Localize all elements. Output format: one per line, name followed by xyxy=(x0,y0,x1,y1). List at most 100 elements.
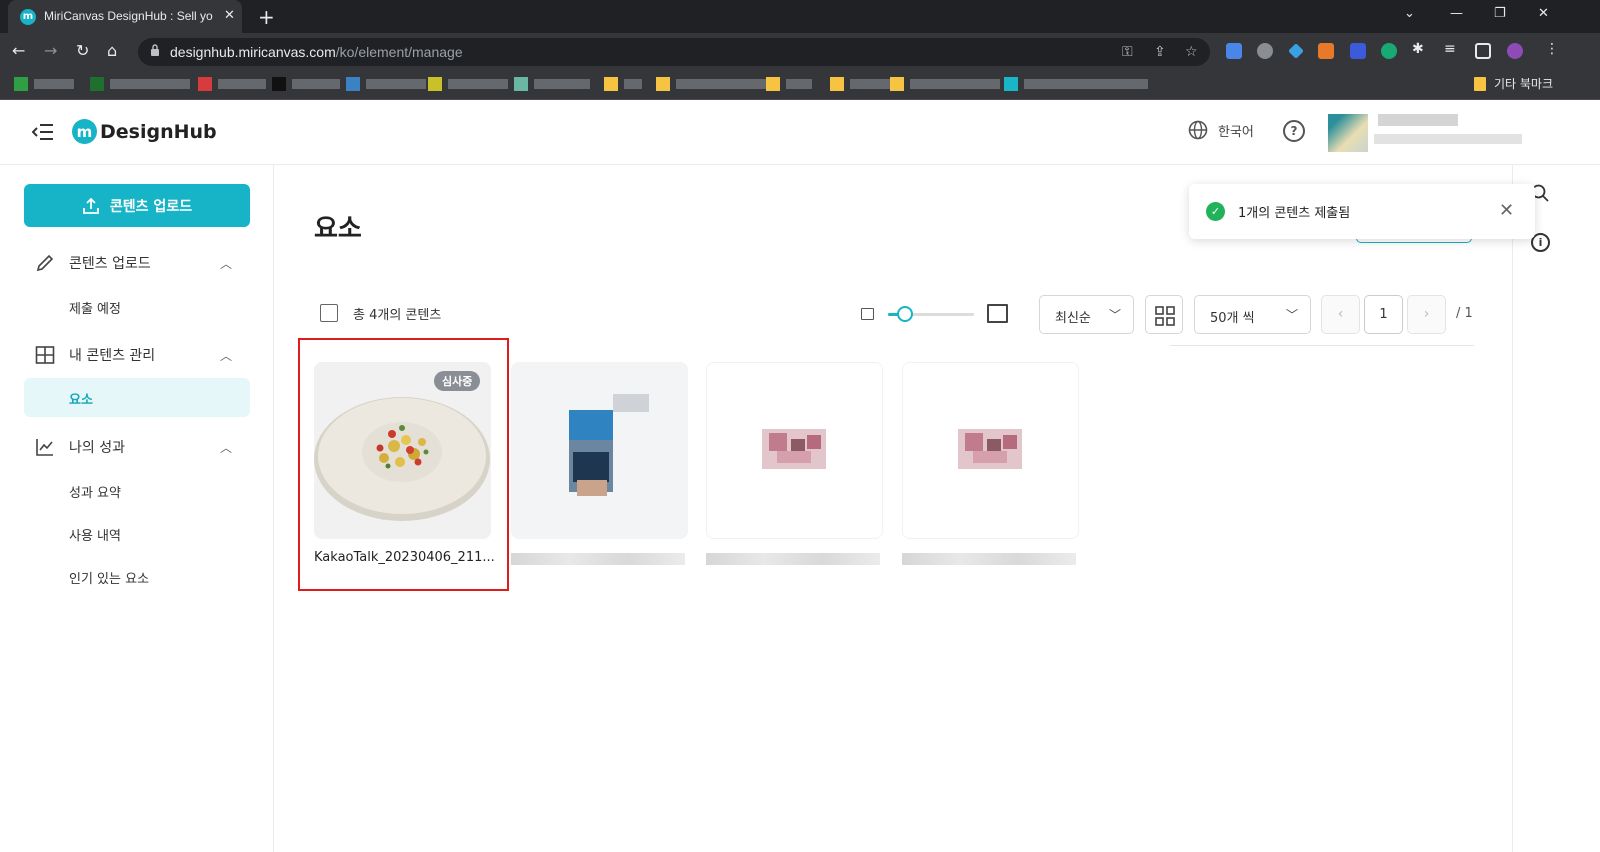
logo[interactable]: m DesignHub xyxy=(72,119,217,144)
card-caption-blurred[interactable] xyxy=(511,553,685,565)
puzzle-icon[interactable]: ✱ xyxy=(1412,41,1428,57)
upload-content-label: 콘텐츠 업로드 xyxy=(109,198,193,215)
slider-handle[interactable] xyxy=(897,306,914,322)
user-email-blurred xyxy=(1374,134,1522,144)
browser-tab[interactable]: m MiriCanvas DesignHub : Sell yo ✕ xyxy=(8,0,242,33)
current-page[interactable]: 1 xyxy=(1364,295,1403,334)
reload-icon[interactable]: ↻ xyxy=(76,41,89,60)
reading-list-icon[interactable]: ≡ xyxy=(1444,41,1460,57)
total-count: 총 4개의 콘텐츠 xyxy=(353,308,442,323)
select-all-checkbox[interactable] xyxy=(320,304,338,322)
extension-icon[interactable] xyxy=(1350,43,1366,59)
restore-icon[interactable]: ❐ xyxy=(1494,6,1506,21)
extension-icon[interactable] xyxy=(1288,43,1304,59)
chevron-up-icon[interactable]: ︿ xyxy=(220,347,232,364)
sort-dropdown[interactable]: 최신순 ﹀ xyxy=(1039,295,1134,334)
sidebar-item-elements[interactable]: 요소 xyxy=(24,378,250,417)
language-selector[interactable]: 한국어 xyxy=(1188,120,1254,140)
key-icon[interactable]: ⚿ xyxy=(1122,44,1133,60)
bookmark-item[interactable] xyxy=(428,75,508,93)
bookmark-label-blurred xyxy=(292,79,340,89)
collapse-menu-icon[interactable] xyxy=(32,122,54,142)
sidebar-section-my-content[interactable]: 내 콘텐츠 관리 xyxy=(35,345,155,365)
thumbnail-size-slider[interactable] xyxy=(888,306,974,322)
forward-icon[interactable]: → xyxy=(44,41,57,60)
sidebar-item-pending[interactable]: 제출 예정 xyxy=(69,298,121,317)
translate-extension-icon[interactable] xyxy=(1226,43,1242,59)
thumbnail-image-blurred xyxy=(511,362,688,539)
chevron-up-icon[interactable]: ︿ xyxy=(220,439,232,456)
bookmark-favicon-icon xyxy=(198,77,212,91)
sidebar-section-performance[interactable]: 나의 성과 xyxy=(35,437,125,457)
toast-notification: ✓ 1개의 콘텐츠 제출됨 ✕ xyxy=(1189,184,1535,239)
home-icon[interactable]: ⌂ xyxy=(107,41,117,60)
address-bar[interactable]: designhub.miricanvas.com/ko/element/mana… xyxy=(138,38,1210,66)
card-caption-blurred[interactable] xyxy=(902,553,1076,565)
bookmark-item[interactable] xyxy=(198,75,266,93)
toast-message: 1개의 콘텐츠 제출됨 xyxy=(1238,206,1351,221)
url-text: designhub.miricanvas.com/ko/element/mana… xyxy=(170,44,463,60)
grid-icon xyxy=(1155,306,1175,326)
window-close-icon[interactable]: ✕ xyxy=(1538,6,1549,21)
upload-content-button[interactable]: 콘텐츠 업로드 xyxy=(24,184,250,227)
bookmark-item[interactable] xyxy=(1004,75,1148,93)
next-page-button[interactable]: › xyxy=(1407,295,1446,334)
card-caption-blurred[interactable] xyxy=(706,553,880,565)
sidebar-section-label: 내 콘텐츠 관리 xyxy=(69,348,156,364)
sidebar-item-summary[interactable]: 성과 요약 xyxy=(69,482,121,501)
bookmark-item[interactable] xyxy=(346,75,426,93)
divider xyxy=(1170,345,1474,346)
bookmark-star-icon[interactable]: ☆ xyxy=(1185,44,1198,60)
bookmark-folder-icon xyxy=(766,77,780,91)
other-bookmarks-label: 기타 북마크 xyxy=(1494,77,1554,91)
close-tab-icon[interactable]: ✕ xyxy=(224,8,235,23)
bookmark-label-blurred xyxy=(624,79,642,89)
favicon-icon: m xyxy=(20,9,36,25)
bookmark-favicon-icon xyxy=(1004,77,1018,91)
back-icon[interactable]: ← xyxy=(12,41,25,60)
other-bookmarks[interactable]: 기타 북마크 xyxy=(1474,75,1553,92)
page-title: 요소 xyxy=(314,214,362,244)
minimize-icon[interactable]: — xyxy=(1450,6,1463,21)
bookmark-item[interactable] xyxy=(90,75,190,93)
metamask-extension-icon[interactable] xyxy=(1318,43,1334,59)
user-name-blurred xyxy=(1378,114,1458,126)
extension-icon[interactable] xyxy=(1381,43,1397,59)
avatar[interactable] xyxy=(1328,114,1368,152)
bookmark-label-blurred xyxy=(34,79,74,89)
bookmark-favicon-icon xyxy=(514,77,528,91)
bookmark-item[interactable] xyxy=(514,75,590,93)
bookmark-item[interactable] xyxy=(656,75,766,93)
side-panel-icon[interactable] xyxy=(1475,43,1491,59)
sidebar-item-popular[interactable]: 인기 있는 요소 xyxy=(69,568,149,587)
more-icon[interactable]: ⋮ xyxy=(1545,41,1561,57)
sidebar-section-upload[interactable]: 콘텐츠 업로드 xyxy=(35,253,151,273)
profile-avatar-icon[interactable] xyxy=(1507,43,1523,59)
extension-icon[interactable] xyxy=(1257,43,1273,59)
per-page-dropdown[interactable]: 50개 씩 ﹀ xyxy=(1194,295,1311,334)
image-small-icon[interactable] xyxy=(861,308,874,320)
browser-tabbar: m MiriCanvas DesignHub : Sell yo ✕ + ⌄ —… xyxy=(0,0,1600,33)
close-icon[interactable]: ✕ xyxy=(1499,200,1514,221)
help-icon[interactable]: ? xyxy=(1283,120,1305,142)
bookmark-item[interactable] xyxy=(14,75,74,93)
image-large-icon[interactable] xyxy=(987,304,1008,323)
bookmark-item[interactable] xyxy=(272,75,340,93)
bookmark-item[interactable] xyxy=(830,75,890,93)
pencil-icon xyxy=(36,254,54,272)
new-tab-icon[interactable]: + xyxy=(258,5,275,29)
sidebar: 콘텐츠 업로드 콘텐츠 업로드 ︿ 제출 예정 내 콘텐츠 관리 ︿ 요소 나의… xyxy=(0,165,274,852)
bookmark-item[interactable] xyxy=(604,75,642,93)
bookmark-favicon-icon xyxy=(346,77,360,91)
tab-search-icon[interactable]: ⌄ xyxy=(1404,6,1415,21)
bookmark-item[interactable] xyxy=(890,75,1000,93)
grid-view-button[interactable] xyxy=(1145,295,1183,334)
content-card[interactable] xyxy=(902,362,1079,539)
content-card[interactable] xyxy=(511,362,688,539)
sidebar-item-usage[interactable]: 사용 내역 xyxy=(69,525,121,544)
prev-page-button[interactable]: ‹ xyxy=(1321,295,1360,334)
bookmark-item[interactable] xyxy=(766,75,812,93)
share-icon[interactable]: ⇪ xyxy=(1154,44,1166,60)
content-card[interactable] xyxy=(706,362,883,539)
chevron-up-icon[interactable]: ︿ xyxy=(220,255,232,272)
